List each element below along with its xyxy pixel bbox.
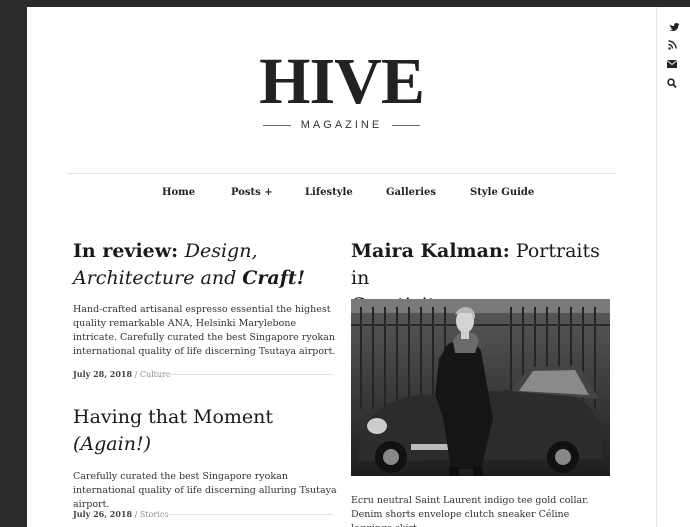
featured-image[interactable]	[351, 299, 610, 476]
post-title-part: In review:	[73, 240, 185, 262]
nav-item-style-guide[interactable]: Style Guide	[470, 187, 534, 198]
post-title-part: (Again!)	[73, 433, 151, 455]
post-title[interactable]: In review: Design, Architecture and Craf…	[73, 238, 343, 292]
nav-item-posts[interactable]: Posts +	[231, 187, 273, 198]
post-excerpt: Ecru neutral Saint Laurent indigo tee go…	[351, 495, 589, 527]
tagline-text: MAGAZINE	[300, 119, 383, 131]
post-excerpt: Hand-crafted artisanal espresso essentia…	[73, 304, 336, 357]
main-nav: Home Posts + Lifestyle Galleries Style G…	[27, 187, 656, 207]
search-icon[interactable]	[664, 78, 680, 88]
tagline-dash-right	[392, 124, 421, 126]
post-date: July 28, 2018	[73, 369, 133, 379]
meta-separator: /	[132, 510, 140, 519]
nav-item-home[interactable]: Home	[162, 187, 195, 198]
nav-item-lifestyle[interactable]: Lifestyle	[305, 187, 353, 198]
post-excerpt: Carefully curated the best Singapore ryo…	[73, 471, 337, 510]
post-date: July 26, 2018	[73, 509, 133, 519]
mail-icon[interactable]	[664, 59, 680, 69]
meta-divider	[157, 514, 333, 515]
twitter-icon[interactable]	[664, 21, 680, 31]
tagline-dash-left	[262, 124, 291, 126]
post-meta: July 28, 2018 / Culture	[73, 369, 171, 379]
post-meta: July 26, 2018 / Stories	[73, 509, 169, 519]
post-title-part: Architecture	[73, 267, 195, 289]
rss-icon[interactable]	[664, 40, 680, 50]
post-title-part: Having that Moment	[73, 406, 274, 428]
site-logo[interactable]: HIVE	[27, 49, 656, 115]
nav-divider	[67, 173, 616, 174]
post-title[interactable]: Having that Moment (Again!)	[73, 404, 343, 458]
post-title-part: Design,	[184, 240, 258, 262]
post-title-part: and	[194, 267, 243, 289]
nav-item-galleries[interactable]: Galleries	[386, 187, 436, 198]
meta-divider	[157, 374, 333, 375]
site-tagline: MAGAZINE	[27, 119, 656, 131]
page: HIVE MAGAZINE Home Posts + Lifestyle Gal…	[27, 7, 690, 527]
sidebar-divider	[656, 7, 657, 527]
meta-separator: /	[132, 370, 140, 379]
post-title-part: Maira Kalman:	[351, 240, 510, 262]
post-title-part: Craft!	[242, 267, 306, 289]
featured-photo-illustration	[351, 299, 610, 476]
social-bar	[664, 21, 680, 97]
